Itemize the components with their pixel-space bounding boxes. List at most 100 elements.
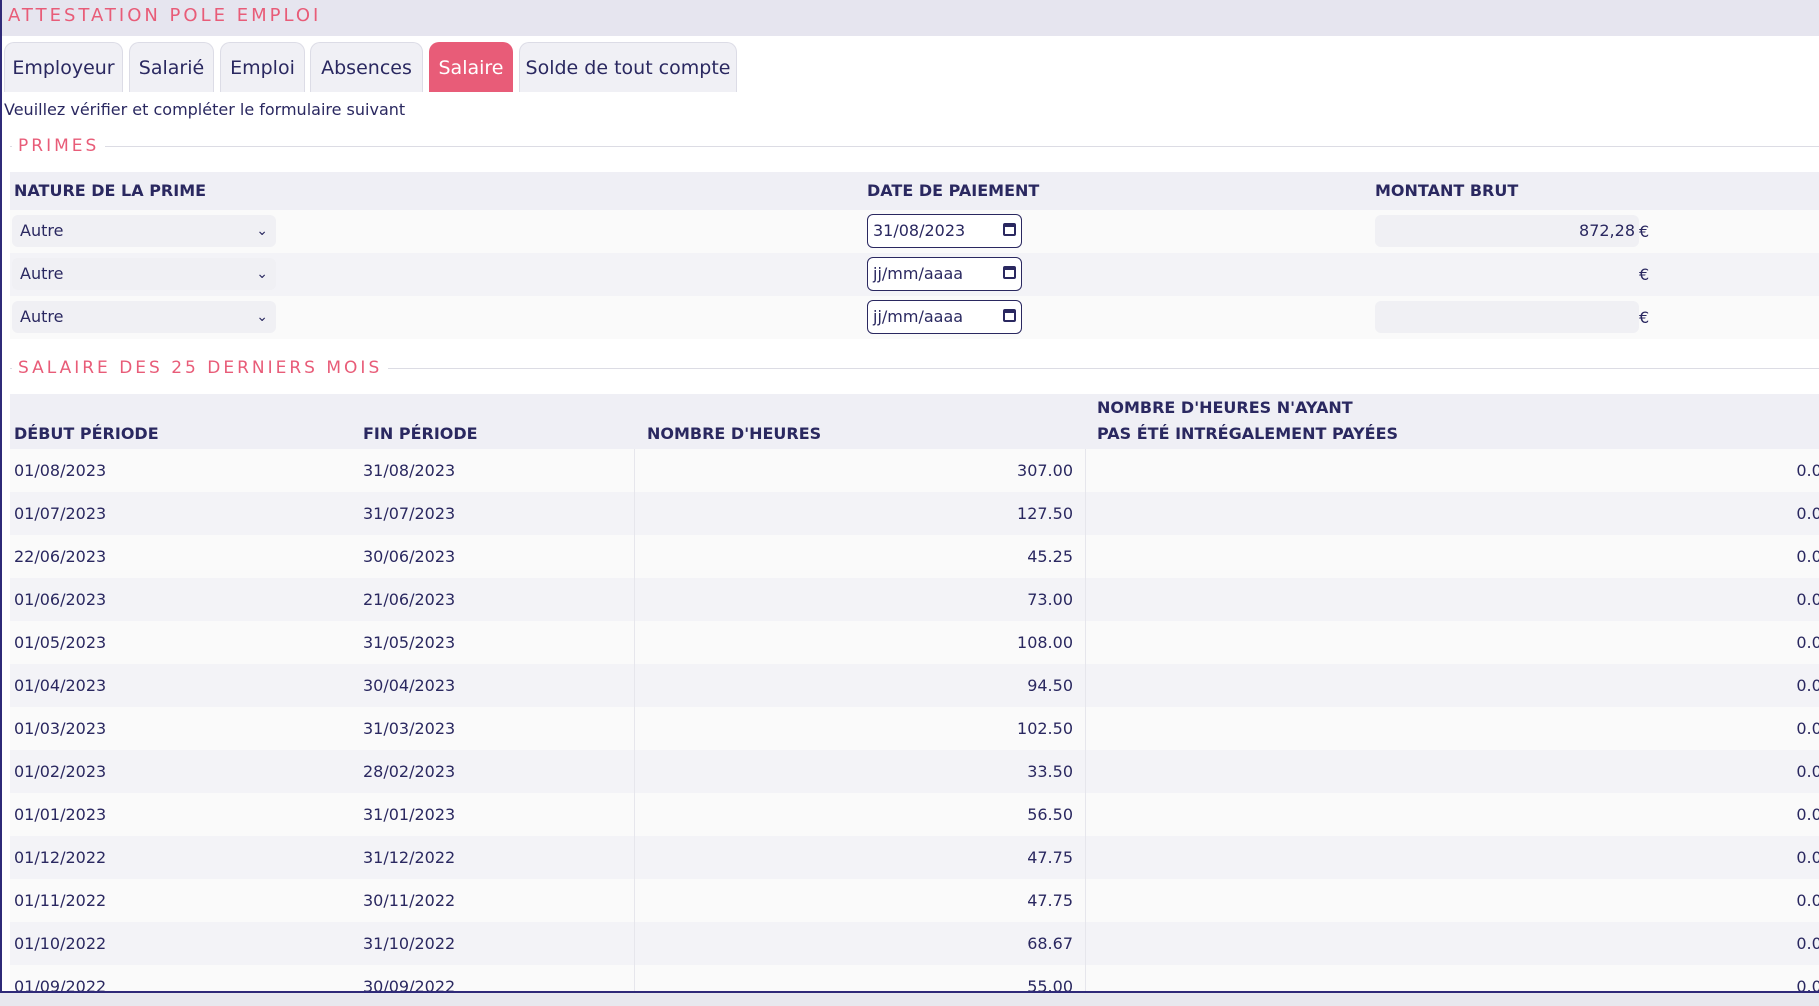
- nature-value: Autre: [20, 264, 64, 283]
- fin-periode-cell: 30/06/2023: [363, 547, 456, 566]
- euro-symbol: €: [1639, 265, 1650, 284]
- column-divider: [634, 793, 635, 836]
- heures-non-payees-cell: 0.00: [1796, 676, 1819, 695]
- nombre-heures-cell: 33.50: [1027, 762, 1073, 781]
- debut-periode-cell: 01/01/2023: [14, 805, 107, 824]
- header-nombre-heures: NOMBRE D'HEURES: [647, 424, 822, 443]
- column-divider: [1085, 750, 1086, 793]
- page-title: ATTESTATION POLE EMPLOI: [8, 5, 322, 26]
- date-input[interactable]: jj/mm/aaaa: [867, 257, 1022, 291]
- tab-employeur[interactable]: Employeur: [4, 42, 123, 92]
- salary-row: 01/05/2023 31/05/2023 108.00 0.00: [10, 621, 1819, 664]
- heures-non-payees-cell: 0.00: [1796, 891, 1819, 910]
- debut-periode-cell: 01/05/2023: [14, 633, 107, 652]
- column-divider: [634, 879, 635, 922]
- heures-non-payees-cell: 0.00: [1796, 762, 1819, 781]
- tab-solde-de-tout-compte[interactable]: Solde de tout compte: [519, 42, 737, 92]
- header-debut-periode: DÉBUT PÉRIODE: [14, 424, 159, 443]
- header-heures-non-payees: NOMBRE D'HEURES N'AYANT PAS ÉTÉ INTRÉGAL…: [1097, 398, 1398, 443]
- heures-non-payees-cell: 0.00: [1796, 848, 1819, 867]
- column-divider: [1085, 879, 1086, 922]
- nombre-heures-cell: 55.00: [1027, 977, 1073, 993]
- tab-absences[interactable]: Absences: [310, 42, 423, 92]
- nombre-heures-cell: 108.00: [1017, 633, 1073, 652]
- chevron-down-icon: ⌄: [256, 223, 268, 239]
- heures-non-payees-cell: 0.00: [1796, 547, 1819, 566]
- heures-non-payees-cell: 0.00: [1796, 504, 1819, 523]
- debut-periode-cell: 01/11/2022: [14, 891, 107, 910]
- nombre-heures-cell: 94.50: [1027, 676, 1073, 695]
- header-nature: NATURE DE LA PRIME: [14, 181, 207, 200]
- date-value: 31/08/2023: [873, 221, 966, 240]
- header-line-1: NOMBRE D'HEURES N'AYANT: [1097, 398, 1353, 417]
- form-instructions: Veuillez vérifier et compléter le formul…: [4, 100, 406, 119]
- nature-value: Autre: [20, 221, 64, 240]
- calendar-icon[interactable]: [1003, 266, 1016, 279]
- salary-row: 01/11/2022 30/11/2022 47.75 0.00: [10, 879, 1819, 922]
- salaires-header-row: DÉBUT PÉRIODE FIN PÉRIODE NOMBRE D'HEURE…: [10, 394, 1819, 449]
- calendar-icon[interactable]: [1003, 223, 1016, 236]
- column-divider: [634, 836, 635, 879]
- header-line-2: PAS ÉTÉ INTRÉGALEMENT PAYÉES: [1097, 424, 1399, 443]
- nombre-heures-cell: 47.75: [1027, 848, 1073, 867]
- column-divider: [634, 621, 635, 664]
- nature-select[interactable]: Autre ⌄: [12, 258, 276, 290]
- salaires-legend: SALAIRE DES 25 DERNIERS MOIS: [12, 358, 389, 378]
- salary-row: 01/06/2023 21/06/2023 73.00 0.00: [10, 578, 1819, 621]
- column-divider: [1085, 621, 1086, 664]
- nombre-heures-cell: 127.50: [1017, 504, 1073, 523]
- nombre-heures-cell: 307.00: [1017, 461, 1073, 480]
- salary-row: 01/02/2023 28/02/2023 33.50 0.00: [10, 750, 1819, 793]
- fin-periode-cell: 28/02/2023: [363, 762, 456, 781]
- tab-salaire[interactable]: Salaire: [429, 42, 513, 92]
- heures-non-payees-cell: 0.00: [1796, 590, 1819, 609]
- date-input[interactable]: 31/08/2023: [867, 214, 1022, 248]
- chevron-down-icon: ⌄: [256, 309, 268, 325]
- column-divider: [1085, 836, 1086, 879]
- fin-periode-cell: 31/10/2022: [363, 934, 456, 953]
- date-input[interactable]: jj/mm/aaaa: [867, 300, 1022, 334]
- column-divider: [634, 965, 635, 991]
- prime-row: Autre ⌄ 31/08/2023 872,28 €: [10, 210, 1819, 253]
- date-value: jj/mm/aaaa: [873, 264, 964, 283]
- salary-row: 01/01/2023 31/01/2023 56.50 0.00: [10, 793, 1819, 836]
- nombre-heures-cell: 56.50: [1027, 805, 1073, 824]
- amount-input[interactable]: 872,28: [1375, 215, 1639, 247]
- euro-symbol: €: [1639, 308, 1650, 327]
- debut-periode-cell: 01/12/2022: [14, 848, 107, 867]
- calendar-icon[interactable]: [1003, 309, 1016, 322]
- salary-row: 01/08/2023 31/08/2023 307.00 0.00: [10, 449, 1819, 492]
- nombre-heures-cell: 102.50: [1017, 719, 1073, 738]
- debut-periode-cell: 01/02/2023: [14, 762, 107, 781]
- fin-periode-cell: 31/08/2023: [363, 461, 456, 480]
- column-divider: [1085, 922, 1086, 965]
- debut-periode-cell: 01/03/2023: [14, 719, 107, 738]
- heures-non-payees-cell: 0.00: [1796, 461, 1819, 480]
- tab-salarie[interactable]: Salarié: [129, 42, 214, 92]
- column-divider: [634, 664, 635, 707]
- nature-select[interactable]: Autre ⌄: [12, 301, 276, 333]
- column-divider: [634, 449, 635, 492]
- salary-row: 01/12/2022 31/12/2022 47.75 0.00: [10, 836, 1819, 879]
- column-divider: [1085, 578, 1086, 621]
- primes-header-row: NATURE DE LA PRIME DATE DE PAIEMENT MONT…: [10, 172, 1819, 210]
- column-divider: [1085, 793, 1086, 836]
- fin-periode-cell: 21/06/2023: [363, 590, 456, 609]
- column-divider: [1085, 965, 1086, 991]
- header-montant-brut: MONTANT BRUT: [1375, 181, 1519, 200]
- fin-periode-cell: 31/12/2022: [363, 848, 456, 867]
- debut-periode-cell: 01/09/2022: [14, 977, 107, 993]
- title-bar: ATTESTATION POLE EMPLOI: [2, 0, 1819, 36]
- euro-symbol: €: [1639, 222, 1650, 241]
- fin-periode-cell: 31/05/2023: [363, 633, 456, 652]
- amount-input[interactable]: [1375, 301, 1639, 333]
- column-divider: [634, 535, 635, 578]
- nature-select[interactable]: Autre ⌄: [12, 215, 276, 247]
- attestation-window: ATTESTATION POLE EMPLOI Employeur Salari…: [0, 0, 1819, 993]
- nombre-heures-cell: 73.00: [1027, 590, 1073, 609]
- heures-non-payees-cell: 0.00: [1796, 633, 1819, 652]
- tab-emploi[interactable]: Emploi: [220, 42, 305, 92]
- column-divider: [1085, 664, 1086, 707]
- salary-row: 22/06/2023 30/06/2023 45.25 0.00: [10, 535, 1819, 578]
- primes-divider: [10, 146, 1819, 147]
